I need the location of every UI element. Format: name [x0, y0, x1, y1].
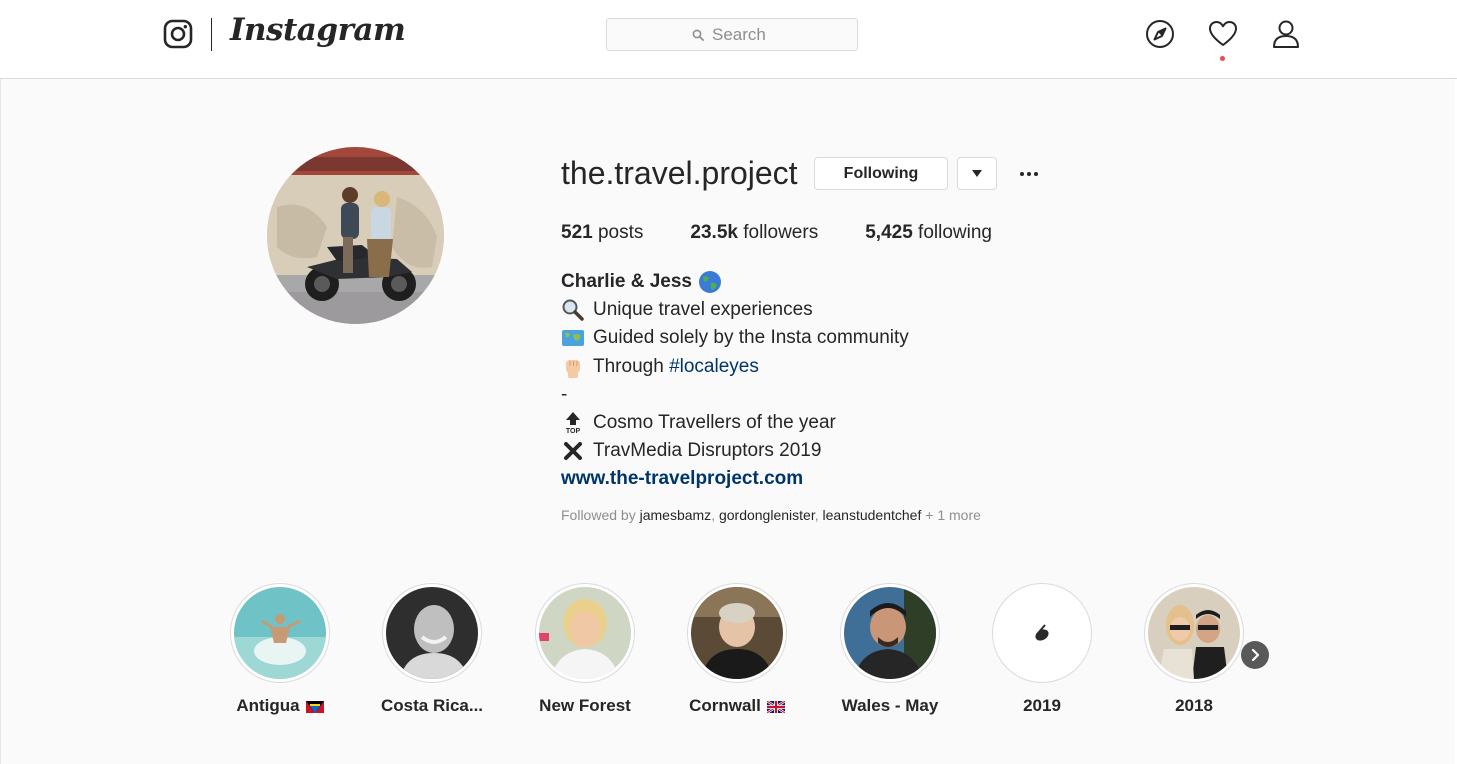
- world-map-icon: [562, 330, 584, 347]
- top-nav-bar: Instagram: [0, 0, 1457, 79]
- search-icon: [692, 29, 704, 41]
- profile-full-name: Charlie & Jess: [561, 271, 692, 292]
- highlight-label: New Forest: [539, 696, 631, 715]
- instagram-camera-icon[interactable]: [163, 19, 193, 49]
- follower-leanstudentchef[interactable]: leanstudentchef: [823, 507, 922, 523]
- caret-down-icon: [972, 169, 982, 177]
- profile-bio: Charlie & Jess Unique travel experiences…: [561, 268, 909, 494]
- posts-stat: 521 posts: [561, 222, 644, 243]
- instagram-wordmark[interactable]: Instagram: [230, 12, 406, 48]
- cross-mark-icon: [564, 442, 582, 461]
- svg-text:TOP: TOP: [566, 428, 581, 435]
- chevron-right-icon: [1251, 649, 1260, 661]
- highlight-2018[interactable]: 2018: [1144, 583, 1244, 716]
- highlight-label: Cornwall: [689, 696, 761, 715]
- bio-line-6: TravMedia Disruptors 2019: [593, 440, 822, 462]
- website-link[interactable]: www.the-travelproject.com: [561, 465, 803, 493]
- antigua-flag-icon: [305, 700, 324, 713]
- page-left-edge: [0, 79, 1, 764]
- following-stat[interactable]: 5,425 following: [865, 222, 992, 244]
- highlight-label: 2019: [1023, 696, 1061, 715]
- hashtag-link[interactable]: #localeyes: [669, 353, 759, 381]
- highlight-2019[interactable]: 2019: [992, 583, 1092, 716]
- profile-username: the.travel.project: [561, 155, 798, 191]
- followed-by-text[interactable]: Followed by jamesbamz, gordonglenister, …: [561, 507, 981, 523]
- highlight-wales-may[interactable]: Wales - May: [840, 583, 940, 716]
- search-input[interactable]: [712, 24, 772, 45]
- profile-stats: 521 posts 23.5k followers 5,425 followin…: [561, 222, 1039, 244]
- heart-icon[interactable]: [1208, 19, 1238, 49]
- highlight-label: Antigua: [236, 696, 300, 715]
- following-button[interactable]: Following: [814, 157, 948, 190]
- ellipsis-icon: [1020, 172, 1024, 176]
- highlights-next-button[interactable]: [1241, 641, 1269, 669]
- profile-icon[interactable]: [1271, 19, 1301, 49]
- bio-line-4: -: [561, 383, 568, 405]
- raised-fist-icon: [566, 359, 580, 378]
- followers-stat[interactable]: 23.5k followers: [690, 222, 818, 244]
- follower-gordonglenister[interactable]: gordonglenister: [719, 507, 815, 523]
- highlight-new-forest[interactable]: New Forest: [535, 583, 635, 716]
- more-options-button[interactable]: [1013, 160, 1045, 188]
- search-box[interactable]: [606, 18, 858, 51]
- highlight-label: 2018: [1175, 696, 1213, 715]
- follower-jamesbamz[interactable]: jamesbamz: [640, 507, 712, 523]
- bio-line-2: Guided solely by the Insta community: [593, 327, 909, 349]
- compass-icon[interactable]: [1145, 19, 1175, 49]
- bio-line-5: Cosmo Travellers of the year: [593, 411, 836, 433]
- highlight-cornwall[interactable]: Cornwall: [687, 583, 787, 716]
- highlight-label: Wales - May: [841, 696, 939, 715]
- logo-divider: [211, 18, 212, 51]
- uk-flag-icon: [766, 700, 785, 713]
- suggestions-dropdown-button[interactable]: [957, 157, 997, 190]
- bio-line-1: Unique travel experiences: [593, 299, 813, 321]
- highlight-antigua[interactable]: Antigua: [230, 583, 330, 716]
- top-arrow-icon: TOP: [566, 412, 581, 435]
- profile-avatar[interactable]: [267, 147, 444, 324]
- notification-dot: [1220, 56, 1225, 61]
- globe-icon: [698, 271, 721, 294]
- highlight-label: Costa Rica...: [380, 696, 484, 715]
- highlight-costa-rica[interactable]: Costa Rica...: [380, 583, 484, 716]
- magnifying-glass-icon: [562, 299, 584, 322]
- bio-line-3: Through: [593, 355, 664, 377]
